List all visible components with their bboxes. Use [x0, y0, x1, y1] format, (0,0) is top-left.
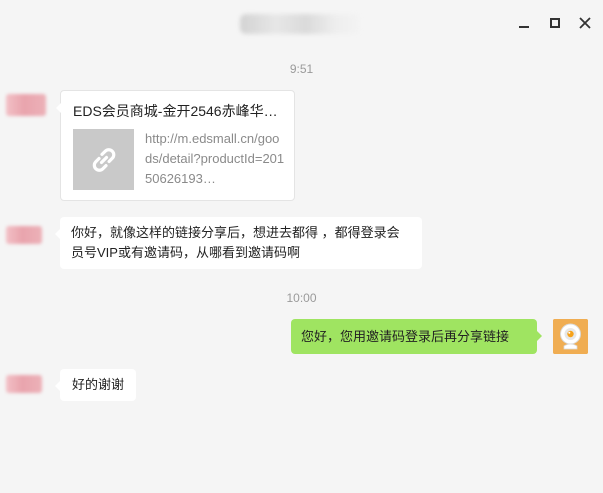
- message-bubble-outgoing: 您好，您用邀请码登录后再分享链接: [291, 319, 542, 354]
- message-timestamp: 9:51: [289, 62, 314, 76]
- link-thumbnail: [73, 129, 134, 190]
- contact-name-blurred: [240, 14, 360, 34]
- link-icon: [92, 147, 115, 172]
- message-bubble-incoming: 你好，就像这样的链接分享后，想进去都得 ，都得登录会员号VIP或有邀请码，从哪看…: [55, 217, 422, 269]
- maximize-button[interactable]: [544, 12, 566, 34]
- webcam-avatar-icon: [553, 319, 588, 354]
- title-bar: [0, 0, 603, 50]
- message-timestamp: 10:00: [286, 291, 317, 305]
- maximize-icon: [550, 18, 560, 28]
- close-button[interactable]: [574, 12, 596, 34]
- minimize-button[interactable]: [513, 12, 535, 34]
- my-avatar[interactable]: [553, 319, 588, 354]
- message-bubble-incoming: 好的谢谢: [54, 369, 137, 401]
- close-icon: [579, 17, 591, 29]
- contact-avatar[interactable]: [6, 375, 42, 393]
- link-title: EDS会员商城-金开2546赤峰华…: [73, 103, 278, 119]
- contact-avatar[interactable]: [6, 226, 42, 244]
- link-url: http://m.edsmall.cn/goods/detail?product…: [145, 131, 285, 186]
- contact-avatar[interactable]: [6, 94, 46, 116]
- link-message-card[interactable]: EDS会员商城-金开2546赤峰华… http://m.edsmall.cn/g…: [56, 90, 295, 201]
- minimize-icon: [519, 25, 529, 28]
